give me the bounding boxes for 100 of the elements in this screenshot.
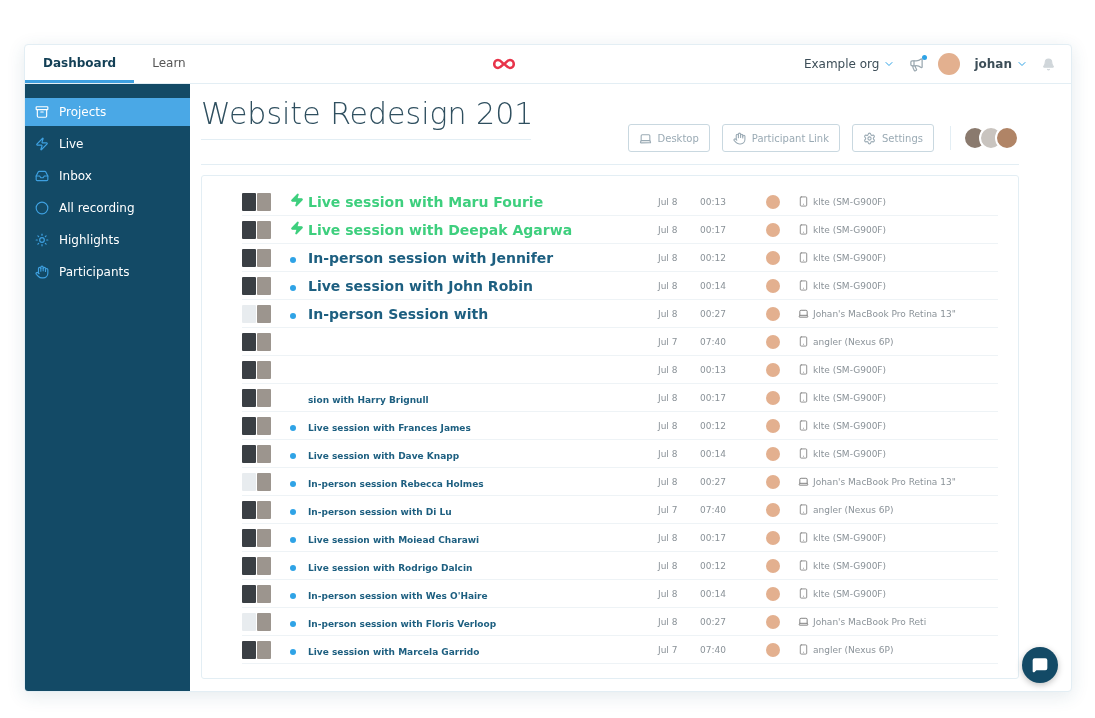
date-cell-text: Jul 8	[658, 308, 679, 319]
session-link[interactable]: Live session with Moiead Charawi	[308, 535, 480, 545]
sidebar-item[interactable]: Highlights	[25, 226, 190, 254]
sidebar-item[interactable]: All recording	[25, 194, 190, 222]
nav-tab[interactable]: Learn	[134, 45, 204, 83]
participant-avatar	[766, 278, 780, 293]
box-icon	[35, 105, 49, 119]
project-title: Website Redesign 201	[201, 84, 531, 140]
sidebar-item[interactable]: Live	[25, 130, 190, 158]
participant-avatar	[766, 502, 780, 517]
date-cell-text: Jul 8	[658, 224, 679, 235]
bell-icon[interactable]	[1042, 57, 1055, 71]
thumbnail-placeholder	[242, 220, 271, 239]
participant-avatar	[766, 306, 780, 321]
participant-avatar	[766, 222, 780, 237]
duration-cell-text: 00:12	[700, 420, 727, 431]
duration-cell-text: 00:17	[700, 224, 727, 235]
date-cell-text: Jul 8	[658, 420, 679, 431]
laptop-icon	[638, 131, 652, 145]
date-cell-text: Jul 8	[658, 588, 679, 599]
date-cell-text: Jul 8	[658, 252, 679, 263]
thumbnail-placeholder	[242, 248, 271, 267]
session-link[interactable]: Live session with Rodrigo Dalcin	[308, 563, 473, 573]
duration-cell-text: 00:27	[700, 308, 727, 319]
date-cell-text: Jul 8	[658, 392, 679, 403]
duration-cell-text: 07:40	[700, 504, 727, 515]
date-cell-text: Jul 8	[658, 448, 679, 459]
user-dropdown[interactable]: johan	[974, 57, 1028, 71]
date-cell-text: Jul 8	[658, 616, 679, 627]
session-link[interactable]: In-person Session with	[308, 306, 489, 322]
thumbnail-placeholder	[242, 388, 271, 407]
duration-cell-text: 00:17	[700, 532, 727, 543]
device-cell: klte (SM-G900F)	[813, 532, 887, 543]
session-link[interactable]: In-person session with Floris Verloop	[308, 619, 497, 629]
inbox-icon	[35, 169, 49, 183]
duration-cell-text: 00:12	[700, 252, 727, 263]
device-cell: klte (SM-G900F)	[813, 448, 887, 459]
date-cell-text: Jul 7	[658, 336, 679, 347]
date-cell-text: Jul 8	[658, 532, 679, 543]
chat-button[interactable]	[1022, 647, 1058, 683]
device-cell: klte (SM-G900F)	[813, 588, 887, 599]
duration-cell-text: 00:13	[700, 364, 727, 375]
device-cell: klte (SM-G900F)	[813, 196, 887, 207]
megaphone-icon[interactable]	[909, 56, 925, 72]
session-link[interactable]: sion with Harry Brignull	[308, 395, 429, 405]
device-cell: Johan's MacBook Pro Retina 13"	[813, 308, 956, 319]
device-cell: angler (Nexus 6P)	[813, 644, 894, 655]
infinity-logo-icon	[490, 58, 517, 70]
duration-cell-text: 00:14	[700, 280, 727, 291]
thumbnail-placeholder	[242, 472, 271, 491]
session-link[interactable]: Live session with Dave Knapp	[308, 451, 460, 461]
device-cell: klte (SM-G900F)	[813, 224, 887, 235]
session-link[interactable]: In-person session Rebecca Holmes	[308, 479, 484, 489]
device-cell: Johan's MacBook Pro Reti	[813, 616, 927, 627]
sidebar-item[interactable]: Participants	[25, 258, 190, 286]
session-link[interactable]: Live session with John Robin	[308, 278, 534, 294]
device-cell: klte (SM-G900F)	[813, 420, 887, 431]
sidebar-item[interactable]: Inbox	[25, 162, 190, 190]
date-cell-text: Jul 7	[658, 504, 679, 515]
thumbnail-placeholder	[242, 304, 271, 323]
hand-icon	[35, 265, 49, 279]
device-cell: klte (SM-G900F)	[813, 280, 887, 291]
duration-cell-text: 00:12	[700, 560, 727, 571]
duration-cell-text: 00:17	[700, 392, 727, 403]
date-cell-text: Jul 8	[658, 196, 679, 207]
lightning-icon	[35, 137, 49, 151]
participant-avatar	[766, 446, 780, 461]
thumbnail-placeholder	[242, 192, 271, 211]
circle-icon	[35, 201, 49, 215]
participant-avatar	[766, 390, 780, 405]
thumbnail-placeholder	[242, 444, 271, 463]
device-cell: klte (SM-G900F)	[813, 252, 887, 263]
duration-cell-text: 00:27	[700, 476, 727, 487]
thumbnail-placeholder	[242, 640, 271, 659]
chat-icon	[1032, 657, 1048, 673]
date-cell-text: Jul 8	[658, 476, 679, 487]
date-cell-text: Jul 7	[658, 644, 679, 655]
device-cell: angler (Nexus 6P)	[813, 504, 894, 515]
session-link[interactable]: Live session with Frances James	[308, 423, 471, 433]
session-link[interactable]: Live session with Marcela Garrido	[308, 647, 480, 657]
session-link[interactable]: In-person session with Jennifer	[308, 250, 554, 266]
participant-avatar	[766, 474, 780, 489]
thumbnail-placeholder	[242, 360, 271, 379]
user-avatar	[938, 53, 961, 75]
thumbnail-placeholder	[242, 332, 271, 351]
thumbnail-placeholder	[242, 528, 271, 547]
session-link[interactable]: In-person session with Wes O'Haire	[308, 591, 488, 601]
duration-cell-text: 07:40	[700, 644, 727, 655]
org-dropdown[interactable]: Example org	[803, 57, 896, 71]
settings-icon	[863, 131, 876, 145]
date-cell-text: Jul 8	[658, 560, 679, 571]
participant-avatar	[766, 418, 780, 433]
participant-avatar	[766, 362, 780, 377]
participant-avatar	[766, 250, 780, 265]
date-cell-text: Jul 8	[658, 364, 679, 375]
device-cell: klte (SM-G900F)	[813, 560, 887, 571]
participant-avatar	[766, 530, 780, 545]
hand-icon	[732, 131, 746, 145]
session-link[interactable]: In-person session with Di Lu	[308, 507, 452, 517]
duration-cell-text: 00:27	[700, 616, 727, 627]
